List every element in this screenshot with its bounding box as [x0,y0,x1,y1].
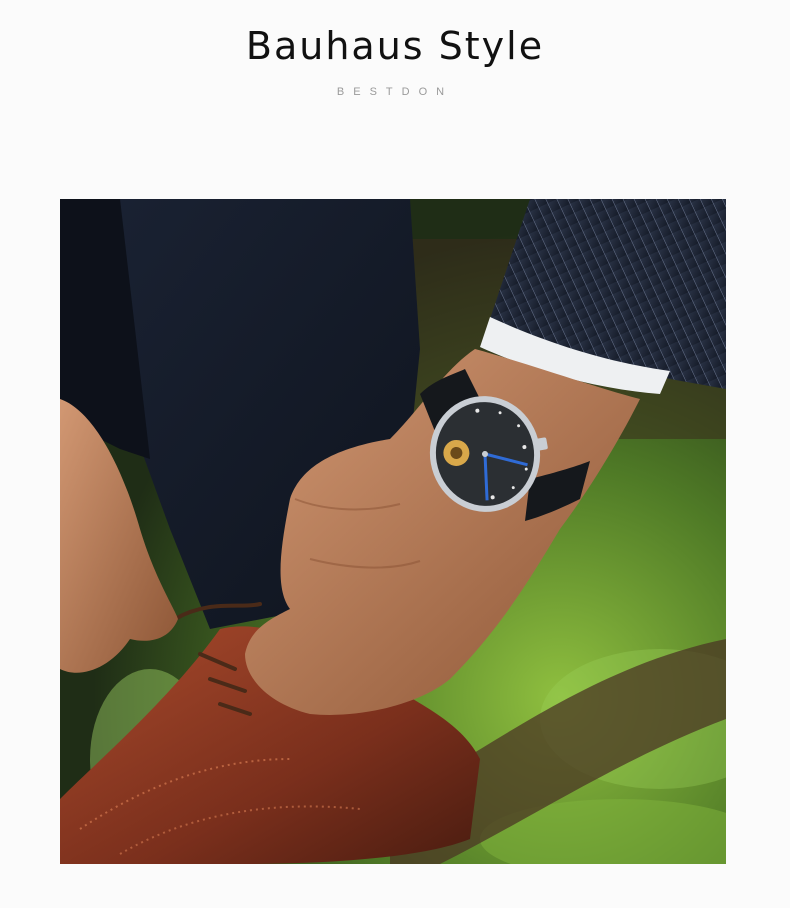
product-lifestyle-photo [60,199,726,864]
page-header: Bauhaus Style BESTDON [0,0,790,200]
page-title: Bauhaus Style [245,24,545,68]
brand-subtitle: BESTDON [336,86,454,98]
